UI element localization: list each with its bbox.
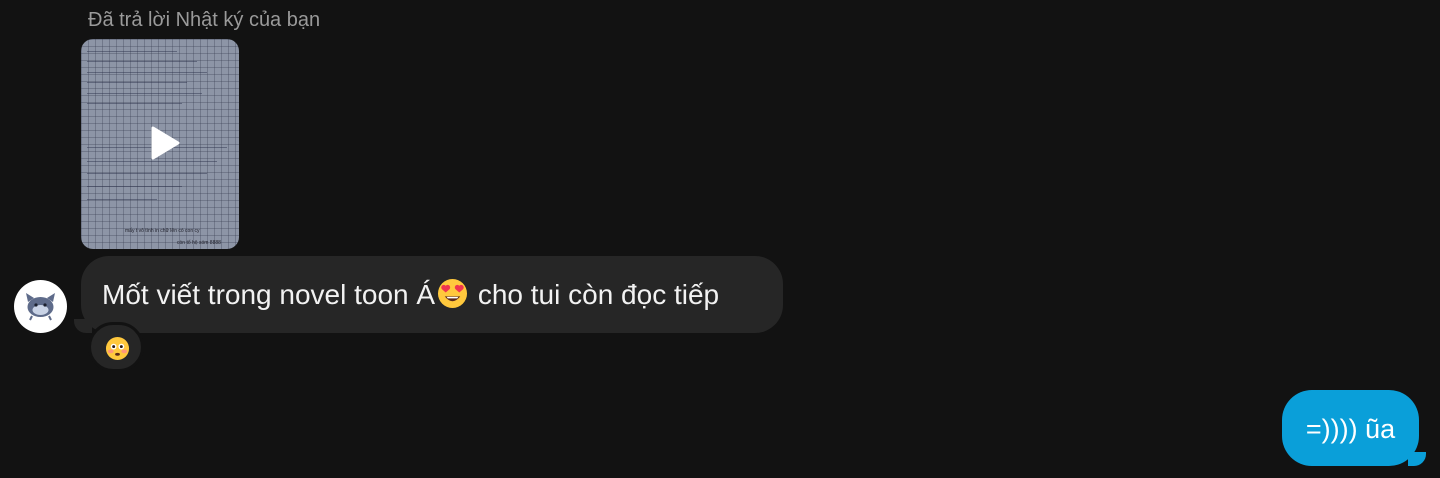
story-caption-2: còn tổ hộ sóm 8888 — [177, 240, 221, 246]
flushed-face-emoji-icon — [105, 336, 130, 361]
outgoing-message-text: =)))) ũa — [1305, 414, 1396, 444]
outgoing-message-bubble[interactable]: =)))) ũa — [1282, 390, 1426, 466]
incoming-message-text: Mốt viết trong novel toon Á cho tui còn … — [102, 278, 720, 310]
play-icon[interactable] — [145, 125, 181, 161]
heart-eyes-emoji-icon — [438, 278, 468, 309]
reaction-badge[interactable] — [88, 322, 144, 372]
avatar[interactable] — [14, 280, 67, 333]
reply-note: Đã trả lời Nhật ký của bạn — [88, 9, 321, 31]
avatar-cat-icon — [26, 293, 55, 321]
story-video-thumbnail[interactable]: mấy t vô tình in chữ lên có con cy còn t… — [81, 39, 239, 249]
story-caption: mấy t vô tình in chữ lên có con cy — [125, 228, 200, 234]
incoming-message-bubble[interactable]: Mốt viết trong novel toon Á cho tui còn … — [74, 256, 783, 333]
